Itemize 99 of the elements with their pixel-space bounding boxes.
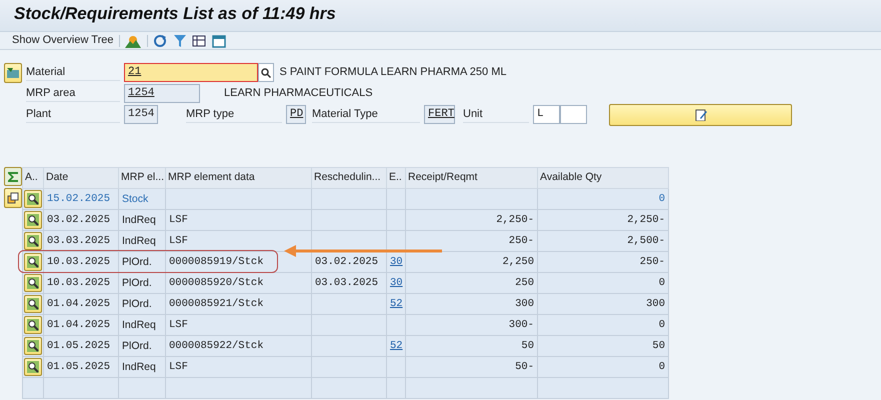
table-cell: Stock [118,188,166,210]
material-input[interactable]: 21 [124,63,258,82]
details-button[interactable] [24,211,42,229]
sigma-icon [7,170,19,182]
mountain-sun-icon[interactable] [125,34,142,48]
table-cell: 03.02.2025 [312,252,386,272]
unit-input[interactable] [560,105,587,124]
column-header[interactable]: E.. [386,168,406,188]
overview-tree-toggle[interactable] [4,62,22,82]
table-cell: 01.05.2025 [44,356,118,378]
magnifier-icon [27,319,39,331]
table-cell: 50- [406,356,538,378]
mrp-area-field[interactable]: 1254 [124,84,200,103]
details-button[interactable] [24,358,42,376]
magnifier-icon [27,340,39,352]
table-cell: IndReq [118,314,166,336]
table-cell: 250- [538,252,668,272]
table-cell: PlOrd. [118,336,166,356]
details-button[interactable] [24,316,42,334]
table-cell: 0 [538,188,668,210]
table-cell: 250- [406,230,538,252]
table-cell: 03.03.2025 [312,272,386,294]
column-header[interactable]: MRP element data [166,168,312,188]
search-button[interactable] [258,63,274,82]
column-header[interactable]: Reschedulin... [312,168,386,188]
table-cell: 50 [406,336,538,356]
table-cell: 10.03.2025 [44,252,118,272]
material-description: S PAINT FORMULA LEARN PHARMA 250 ML [280,65,506,80]
details-button[interactable] [24,337,42,355]
copy-icon [7,192,19,204]
magnifier-icon [27,214,39,226]
refresh-icon[interactable] [153,34,168,48]
column-header[interactable]: Available Qty [538,168,668,188]
plant-field[interactable]: 1254 [124,105,158,124]
column-header[interactable]: A.. [22,168,44,188]
magnifier-icon [27,277,39,289]
details-button[interactable] [24,274,42,292]
details-button[interactable] [24,190,42,208]
table-cell: 0000085922/Stck [166,336,312,356]
details-button[interactable] [24,232,42,250]
field-label: Unit [463,106,529,124]
table-cell: 300- [406,314,538,336]
table-cell: 2,250- [406,210,538,230]
table-cell: PlOrd. [118,252,166,272]
details-button[interactable] [24,295,42,313]
column-header[interactable]: Receipt/Reqmt [406,168,538,188]
table-cell: 2,500- [538,230,668,252]
table-cell: 0 [538,272,668,294]
magnifier-icon [27,193,39,205]
calendar-icon[interactable] [212,34,226,48]
field-label: Material [26,64,120,82]
details-button[interactable] [24,253,42,271]
search-icon [261,68,271,78]
overview-tree-button[interactable]: Show Overview Tree [12,32,114,49]
table-cell: 0 [538,314,668,336]
table-cell: IndReq [118,356,166,378]
edit-icon [694,108,706,120]
table-cell: 01.04.2025 [44,314,118,336]
column-header[interactable]: Date [44,168,118,188]
sum-button[interactable] [4,167,22,186]
mrp-area-description: LEARN PHARMACEUTICALS [224,86,373,102]
table-cell: IndReq [118,210,166,230]
table-cell: 10.03.2025 [44,272,118,294]
table-cell: LSF [166,356,312,378]
unit-field[interactable]: L [533,105,560,124]
edit-button[interactable] [609,104,792,126]
mrp-type-field[interactable]: PD [286,105,306,124]
table-cell: PlOrd. [118,294,166,314]
field-label: Material Type [312,106,420,124]
table-cell: PlOrd. [118,272,166,294]
table-cell: 250 [406,272,538,294]
window-title: Stock/Requirements List as of 11:49 hrs [0,0,881,32]
field-label: Plant [26,106,120,124]
table-cell: 0 [538,356,668,378]
column-header[interactable]: MRP el... [118,168,166,188]
table-cell: 03.02.2025 [44,210,118,230]
table-cell: 300 [538,294,668,314]
magnifier-icon [27,298,39,310]
table-cell: 50 [538,336,668,356]
table-cell: 300 [406,294,538,314]
table-cell: 15.02.2025 [44,188,118,210]
table-cell: 0000085920/Stck [166,272,312,294]
folder-icon [7,68,19,78]
field-label: MRP area [26,84,120,102]
material-type-field[interactable]: FERT [424,105,455,124]
field-label: MRP type [186,106,282,124]
table-cell: 0000085921/Stck [166,294,312,314]
table-icon[interactable] [192,34,206,48]
table-cell: LSF [166,314,312,336]
layout-button[interactable] [4,188,22,208]
table-cell: 01.05.2025 [44,336,118,356]
table-cell: 2,250- [538,210,668,230]
magnifier-icon [27,256,39,268]
table-cell: 0000085919/Stck [166,252,312,272]
table-cell: LSF [166,210,312,230]
table-cell: 01.04.2025 [44,294,118,314]
magnifier-icon [27,361,39,373]
table-cell: 2,250 [406,252,538,272]
magnifier-icon [27,235,39,247]
